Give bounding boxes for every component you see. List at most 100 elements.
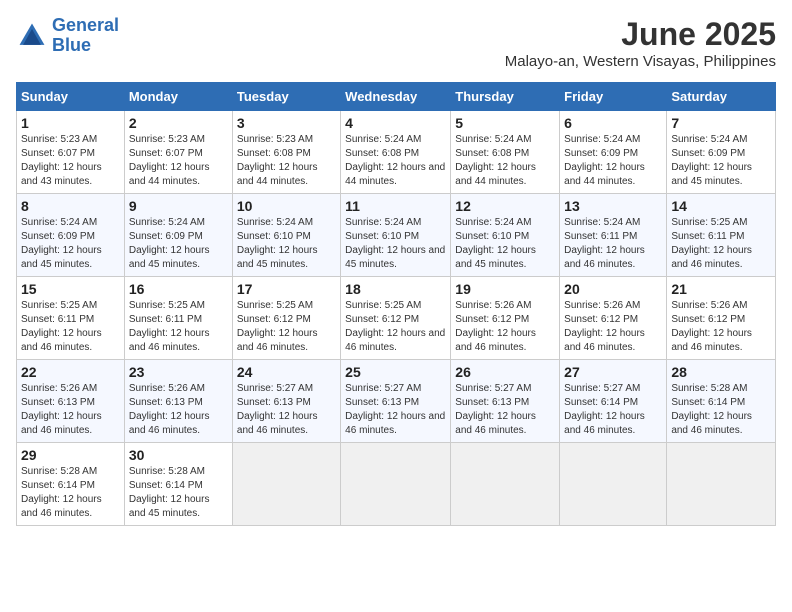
- day-info: Sunrise: 5:26 AM Sunset: 6:12 PM Dayligh…: [564, 299, 662, 355]
- header-sunday: Sunday: [17, 83, 125, 111]
- page-header: General Blue June 2025 Malayo-an, Wester…: [16, 16, 776, 70]
- table-row: 6 Sunrise: 5:24 AM Sunset: 6:09 PM Dayli…: [560, 111, 667, 194]
- day-number: 19: [455, 281, 555, 297]
- table-row: 15 Sunrise: 5:25 AM Sunset: 6:11 PM Dayl…: [17, 277, 125, 360]
- title-area: June 2025 Malayo-an, Western Visayas, Ph…: [505, 16, 776, 70]
- day-info: Sunrise: 5:28 AM Sunset: 6:14 PM Dayligh…: [21, 465, 120, 521]
- logo: General Blue: [16, 16, 119, 56]
- logo-text: General Blue: [52, 16, 119, 56]
- table-row: 1 Sunrise: 5:23 AM Sunset: 6:07 PM Dayli…: [17, 111, 125, 194]
- day-number: 22: [21, 364, 120, 380]
- day-number: 20: [564, 281, 662, 297]
- day-info: Sunrise: 5:27 AM Sunset: 6:13 PM Dayligh…: [455, 382, 555, 438]
- day-number: 12: [455, 198, 555, 214]
- table-row: 12 Sunrise: 5:24 AM Sunset: 6:10 PM Dayl…: [451, 194, 560, 277]
- day-number: 6: [564, 115, 662, 131]
- logo-line2: Blue: [52, 35, 91, 55]
- table-row: 13 Sunrise: 5:24 AM Sunset: 6:11 PM Dayl…: [560, 194, 667, 277]
- calendar-week-row: 1 Sunrise: 5:23 AM Sunset: 6:07 PM Dayli…: [17, 111, 776, 194]
- day-number: 15: [21, 281, 120, 297]
- day-info: Sunrise: 5:24 AM Sunset: 6:09 PM Dayligh…: [129, 216, 228, 272]
- day-number: 4: [345, 115, 446, 131]
- table-row: 14 Sunrise: 5:25 AM Sunset: 6:11 PM Dayl…: [667, 194, 776, 277]
- weekday-header-row: Sunday Monday Tuesday Wednesday Thursday…: [17, 83, 776, 111]
- day-info: Sunrise: 5:24 AM Sunset: 6:10 PM Dayligh…: [237, 216, 336, 272]
- header-friday: Friday: [560, 83, 667, 111]
- table-row: 2 Sunrise: 5:23 AM Sunset: 6:07 PM Dayli…: [124, 111, 232, 194]
- header-monday: Monday: [124, 83, 232, 111]
- day-info: Sunrise: 5:24 AM Sunset: 6:10 PM Dayligh…: [455, 216, 555, 272]
- day-info: Sunrise: 5:25 AM Sunset: 6:11 PM Dayligh…: [129, 299, 228, 355]
- day-number: 5: [455, 115, 555, 131]
- calendar-subtitle: Malayo-an, Western Visayas, Philippines: [505, 53, 776, 70]
- day-number: 29: [21, 447, 120, 463]
- table-row: 5 Sunrise: 5:24 AM Sunset: 6:08 PM Dayli…: [451, 111, 560, 194]
- table-row: 18 Sunrise: 5:25 AM Sunset: 6:12 PM Dayl…: [341, 277, 451, 360]
- day-info: Sunrise: 5:24 AM Sunset: 6:08 PM Dayligh…: [345, 133, 446, 189]
- table-row: 22 Sunrise: 5:26 AM Sunset: 6:13 PM Dayl…: [17, 360, 125, 443]
- header-wednesday: Wednesday: [341, 83, 451, 111]
- calendar-week-row: 29 Sunrise: 5:28 AM Sunset: 6:14 PM Dayl…: [17, 443, 776, 526]
- header-saturday: Saturday: [667, 83, 776, 111]
- logo-icon: [16, 20, 48, 52]
- day-number: 8: [21, 198, 120, 214]
- day-number: 9: [129, 198, 228, 214]
- day-info: Sunrise: 5:25 AM Sunset: 6:12 PM Dayligh…: [345, 299, 446, 355]
- day-number: 16: [129, 281, 228, 297]
- table-row: 30 Sunrise: 5:28 AM Sunset: 6:14 PM Dayl…: [124, 443, 232, 526]
- table-row: [341, 443, 451, 526]
- day-info: Sunrise: 5:23 AM Sunset: 6:07 PM Dayligh…: [129, 133, 228, 189]
- table-row: 10 Sunrise: 5:24 AM Sunset: 6:10 PM Dayl…: [232, 194, 340, 277]
- day-info: Sunrise: 5:23 AM Sunset: 6:08 PM Dayligh…: [237, 133, 336, 189]
- day-number: 17: [237, 281, 336, 297]
- day-number: 10: [237, 198, 336, 214]
- day-number: 13: [564, 198, 662, 214]
- table-row: 20 Sunrise: 5:26 AM Sunset: 6:12 PM Dayl…: [560, 277, 667, 360]
- day-number: 2: [129, 115, 228, 131]
- table-row: 7 Sunrise: 5:24 AM Sunset: 6:09 PM Dayli…: [667, 111, 776, 194]
- table-row: 23 Sunrise: 5:26 AM Sunset: 6:13 PM Dayl…: [124, 360, 232, 443]
- day-info: Sunrise: 5:25 AM Sunset: 6:11 PM Dayligh…: [21, 299, 120, 355]
- calendar-title: June 2025: [505, 16, 776, 53]
- table-row: [560, 443, 667, 526]
- day-number: 25: [345, 364, 446, 380]
- table-row: 19 Sunrise: 5:26 AM Sunset: 6:12 PM Dayl…: [451, 277, 560, 360]
- table-row: 29 Sunrise: 5:28 AM Sunset: 6:14 PM Dayl…: [17, 443, 125, 526]
- table-row: 25 Sunrise: 5:27 AM Sunset: 6:13 PM Dayl…: [341, 360, 451, 443]
- day-number: 1: [21, 115, 120, 131]
- calendar-table: Sunday Monday Tuesday Wednesday Thursday…: [16, 82, 776, 526]
- header-thursday: Thursday: [451, 83, 560, 111]
- day-info: Sunrise: 5:25 AM Sunset: 6:12 PM Dayligh…: [237, 299, 336, 355]
- table-row: 4 Sunrise: 5:24 AM Sunset: 6:08 PM Dayli…: [341, 111, 451, 194]
- table-row: 9 Sunrise: 5:24 AM Sunset: 6:09 PM Dayli…: [124, 194, 232, 277]
- calendar-week-row: 15 Sunrise: 5:25 AM Sunset: 6:11 PM Dayl…: [17, 277, 776, 360]
- table-row: 21 Sunrise: 5:26 AM Sunset: 6:12 PM Dayl…: [667, 277, 776, 360]
- table-row: 17 Sunrise: 5:25 AM Sunset: 6:12 PM Dayl…: [232, 277, 340, 360]
- day-number: 28: [671, 364, 771, 380]
- header-tuesday: Tuesday: [232, 83, 340, 111]
- day-number: 21: [671, 281, 771, 297]
- day-number: 26: [455, 364, 555, 380]
- table-row: [451, 443, 560, 526]
- table-row: 3 Sunrise: 5:23 AM Sunset: 6:08 PM Dayli…: [232, 111, 340, 194]
- day-info: Sunrise: 5:26 AM Sunset: 6:13 PM Dayligh…: [21, 382, 120, 438]
- day-info: Sunrise: 5:24 AM Sunset: 6:11 PM Dayligh…: [564, 216, 662, 272]
- calendar-week-row: 22 Sunrise: 5:26 AM Sunset: 6:13 PM Dayl…: [17, 360, 776, 443]
- table-row: 24 Sunrise: 5:27 AM Sunset: 6:13 PM Dayl…: [232, 360, 340, 443]
- table-row: 26 Sunrise: 5:27 AM Sunset: 6:13 PM Dayl…: [451, 360, 560, 443]
- day-info: Sunrise: 5:24 AM Sunset: 6:10 PM Dayligh…: [345, 216, 446, 272]
- day-info: Sunrise: 5:27 AM Sunset: 6:13 PM Dayligh…: [345, 382, 446, 438]
- logo-line1: General: [52, 15, 119, 35]
- table-row: 16 Sunrise: 5:25 AM Sunset: 6:11 PM Dayl…: [124, 277, 232, 360]
- day-info: Sunrise: 5:26 AM Sunset: 6:13 PM Dayligh…: [129, 382, 228, 438]
- day-info: Sunrise: 5:27 AM Sunset: 6:13 PM Dayligh…: [237, 382, 336, 438]
- day-info: Sunrise: 5:28 AM Sunset: 6:14 PM Dayligh…: [671, 382, 771, 438]
- day-number: 7: [671, 115, 771, 131]
- day-info: Sunrise: 5:24 AM Sunset: 6:09 PM Dayligh…: [671, 133, 771, 189]
- table-row: 27 Sunrise: 5:27 AM Sunset: 6:14 PM Dayl…: [560, 360, 667, 443]
- day-number: 27: [564, 364, 662, 380]
- day-info: Sunrise: 5:24 AM Sunset: 6:09 PM Dayligh…: [21, 216, 120, 272]
- day-info: Sunrise: 5:28 AM Sunset: 6:14 PM Dayligh…: [129, 465, 228, 521]
- table-row: 8 Sunrise: 5:24 AM Sunset: 6:09 PM Dayli…: [17, 194, 125, 277]
- day-info: Sunrise: 5:24 AM Sunset: 6:09 PM Dayligh…: [564, 133, 662, 189]
